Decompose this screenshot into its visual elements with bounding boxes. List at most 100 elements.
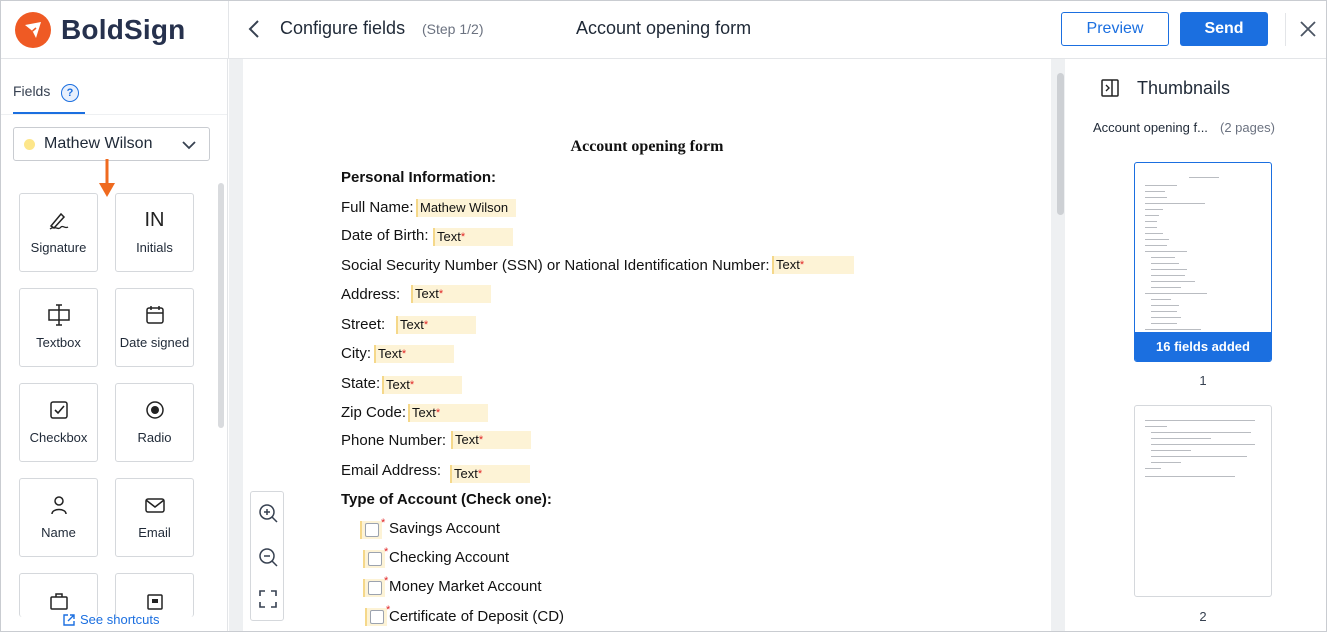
fullscreen-icon: [259, 590, 277, 608]
fields-panel: Fields ? Mathew Wilson Signature IN Init…: [1, 59, 228, 631]
field-label: Email: [138, 525, 171, 540]
zoom-in-button[interactable]: [257, 502, 279, 524]
field-row-label: Address:: [341, 286, 401, 303]
document-page: Account opening form Personal Informatio…: [243, 59, 1051, 631]
text-field[interactable]: Mathew Wilson: [416, 199, 516, 217]
help-icon[interactable]: ?: [61, 84, 79, 102]
field-date-signed[interactable]: Date signed: [115, 288, 194, 367]
thumbnails-title: Thumbnails: [1137, 78, 1231, 98]
checkbox-field[interactable]: *: [365, 604, 390, 626]
id-card-icon: [146, 594, 163, 610]
top-bar: BoldSign Configure fields (Step 1/2) Acc…: [1, 1, 1326, 59]
external-link-icon: [63, 613, 75, 626]
see-shortcuts-link[interactable]: See shortcuts: [62, 612, 160, 627]
checkbox-label: Certificate of Deposit (CD): [389, 608, 565, 625]
preview-button[interactable]: Preview: [1061, 12, 1169, 46]
app-window: BoldSign Configure fields (Step 1/2) Acc…: [0, 0, 1327, 632]
logo: BoldSign: [15, 12, 185, 48]
field-name[interactable]: Name: [19, 478, 98, 557]
divider: [228, 1, 229, 59]
field-initials[interactable]: IN Initials: [115, 193, 194, 272]
thumbnails-panel: Thumbnails Account opening f... (2 pages…: [1065, 59, 1326, 631]
checkbox-field[interactable]: *: [363, 575, 388, 597]
text-field[interactable]: Text*: [433, 228, 513, 246]
back-button[interactable]: [245, 17, 265, 41]
text-field[interactable]: Text*: [374, 345, 454, 363]
text-field[interactable]: Text*: [411, 285, 491, 303]
zoom-in-icon: [259, 504, 278, 523]
chevron-down-icon: [182, 141, 196, 150]
field-label: Name: [41, 525, 76, 540]
tab-fields[interactable]: Fields: [13, 83, 50, 99]
calendar-icon: [145, 306, 164, 324]
shortcuts-label: See shortcuts: [80, 612, 160, 627]
field-signature[interactable]: Signature: [19, 193, 98, 272]
textbox-icon: [47, 304, 70, 326]
field-more[interactable]: [115, 573, 194, 617]
close-button[interactable]: [1299, 20, 1317, 38]
step-indicator: (Step 1/2): [422, 21, 484, 37]
panel-toggle-icon[interactable]: [1101, 79, 1119, 97]
thumbnail-document-name: Account opening f...: [1093, 120, 1208, 135]
thumbnail-page-count: (2 pages): [1220, 120, 1275, 135]
fit-to-page-button[interactable]: [257, 588, 279, 610]
thumbnail-page-1[interactable]: 16 fields added: [1134, 162, 1272, 362]
envelope-icon: [144, 498, 165, 513]
page-number: 1: [1199, 373, 1207, 388]
field-row-label: State:: [341, 375, 381, 392]
field-label: Signature: [30, 240, 87, 255]
text-field[interactable]: Text*: [408, 404, 488, 422]
field-more[interactable]: [19, 573, 98, 617]
zoom-controls: [250, 491, 284, 621]
field-label: Initials: [136, 240, 173, 255]
zoom-out-button[interactable]: [257, 546, 279, 568]
signature-icon: [49, 212, 68, 230]
text-field[interactable]: Text*: [382, 376, 462, 394]
field-row-label: Email Address:: [341, 462, 442, 479]
logo-text: BoldSign: [61, 14, 186, 45]
divider: [1285, 13, 1286, 46]
field-email[interactable]: Email: [115, 478, 194, 557]
field-row-label: Social Security Number (SSN) or National…: [341, 257, 770, 274]
checkbox-field[interactable]: *: [360, 517, 385, 539]
signer-color-dot: [24, 138, 35, 150]
signer-dropdown[interactable]: Mathew Wilson: [13, 127, 210, 161]
field-row-label: Street:: [341, 316, 386, 333]
send-button[interactable]: Send: [1180, 12, 1268, 46]
person-icon: [50, 496, 67, 515]
field-label: Checkbox: [29, 430, 88, 445]
checkbox-field[interactable]: *: [363, 546, 388, 568]
field-label: Date signed: [119, 335, 190, 350]
field-row-label: City:: [341, 345, 371, 362]
checkbox-label: Savings Account: [389, 520, 500, 537]
text-field[interactable]: Text*: [772, 256, 854, 274]
boldsign-logo-icon: [15, 12, 51, 48]
checkbox-icon: [49, 401, 68, 419]
fields-added-badge: 16 fields added: [1135, 332, 1271, 361]
scrollbar[interactable]: [1057, 73, 1064, 215]
field-radio[interactable]: Radio: [115, 383, 194, 462]
field-textbox[interactable]: Textbox: [19, 288, 98, 367]
text-field[interactable]: Text*: [396, 316, 476, 334]
page-title: Configure fields: [280, 18, 406, 38]
field-label: Textbox: [36, 335, 81, 350]
field-row-label: Full Name:: [341, 199, 414, 216]
text-field[interactable]: Text*: [451, 431, 531, 449]
text-field[interactable]: Text*: [450, 465, 530, 483]
arrow-down-icon: [99, 159, 115, 197]
zoom-out-icon: [259, 548, 278, 567]
section-heading: Type of Account (Check one):: [341, 491, 552, 508]
thumbnail-page-2[interactable]: [1134, 405, 1272, 597]
checkbox-label: Checking Account: [389, 549, 510, 566]
initials-icon: IN: [144, 208, 165, 231]
signer-name: Mathew Wilson: [44, 135, 153, 152]
field-row-label: Zip Code:: [341, 404, 407, 421]
close-icon: [1300, 21, 1316, 37]
scrollbar[interactable]: [218, 183, 224, 428]
field-label: Radio: [137, 430, 172, 445]
radio-icon: [145, 401, 164, 419]
field-row-label: Date of Birth:: [341, 227, 429, 244]
field-checkbox[interactable]: Checkbox: [19, 383, 98, 462]
document-heading: Account opening form: [570, 138, 724, 155]
chevron-left-icon: [248, 20, 259, 38]
